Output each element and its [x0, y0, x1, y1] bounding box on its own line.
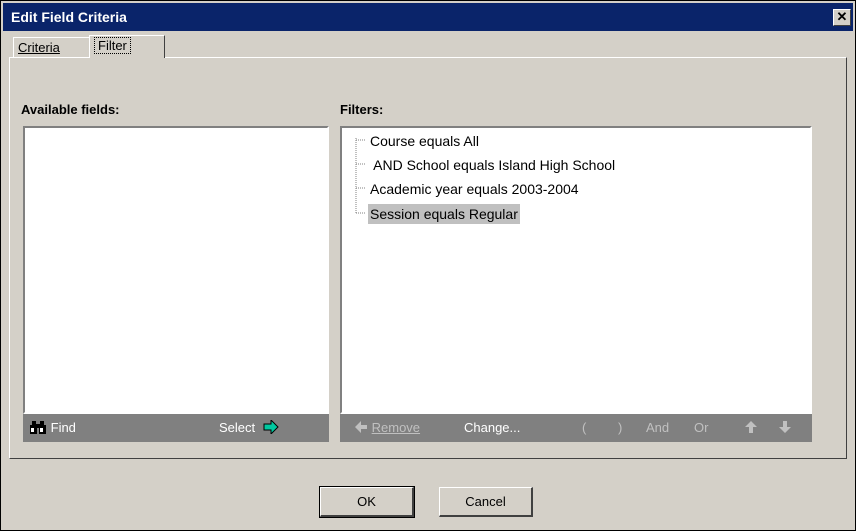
available-fields-label: Available fields:: [21, 102, 120, 117]
cancel-label: Cancel: [465, 494, 506, 509]
ok-label: OK: [357, 494, 376, 509]
arrow-left-icon: [354, 420, 372, 435]
find-label: Find: [50, 420, 76, 435]
arrow-right-icon: [259, 418, 279, 436]
select-button[interactable]: Select: [219, 414, 279, 442]
filter-item-selected[interactable]: Session equals Regular: [368, 204, 520, 224]
tab-filter[interactable]: Filter: [89, 35, 165, 58]
remove-button[interactable]: Remove: [354, 414, 420, 442]
open-paren-button[interactable]: (: [582, 414, 586, 442]
filter-item[interactable]: AND School equals Island High School: [370, 155, 615, 175]
select-label: Select: [219, 420, 256, 435]
close-button[interactable]: ✕: [833, 9, 851, 26]
close-icon: ✕: [836, 9, 848, 24]
move-up-button[interactable]: [744, 414, 758, 442]
find-button[interactable]: Find: [29, 414, 76, 442]
change-button[interactable]: Change...: [464, 414, 520, 442]
filters-toolbar: Remove Change... ( ) And Or: [340, 414, 812, 442]
dialog-title: Edit Field Criteria: [11, 9, 127, 25]
tree-connector-lines: [355, 138, 366, 214]
or-button[interactable]: Or: [694, 414, 708, 442]
and-button[interactable]: And: [646, 414, 669, 442]
tab-criteria[interactable]: Criteria: [13, 37, 91, 58]
arrow-up-icon: [744, 420, 758, 435]
filters-tree[interactable]: Course equals All AND School equals Isla…: [340, 126, 812, 414]
change-label: Change...: [464, 420, 521, 435]
arrow-down-icon: [778, 420, 792, 435]
title-bar[interactable]: Edit Field Criteria ✕: [3, 3, 853, 31]
close-paren-button[interactable]: ): [618, 414, 622, 442]
filter-item[interactable]: Course equals All: [370, 131, 479, 151]
remove-label: Remove: [371, 420, 421, 435]
filters-label: Filters:: [340, 102, 384, 117]
available-fields-list[interactable]: [23, 126, 329, 414]
ok-button[interactable]: OK: [319, 486, 415, 518]
available-fields-toolbar: Find Select: [23, 414, 329, 442]
tab-criteria-label: Criteria: [18, 40, 60, 55]
cancel-button[interactable]: Cancel: [439, 487, 533, 517]
filter-tab-panel: Available fields: Find Select Filters: C…: [9, 57, 847, 459]
move-down-button[interactable]: [778, 414, 792, 442]
binoculars-icon: [29, 420, 51, 435]
filter-item[interactable]: Academic year equals 2003-2004: [370, 179, 579, 199]
tab-filter-label: Filter: [94, 37, 131, 54]
dialog-window: Edit Field Criteria ✕ Criteria Filter Av…: [0, 0, 856, 531]
